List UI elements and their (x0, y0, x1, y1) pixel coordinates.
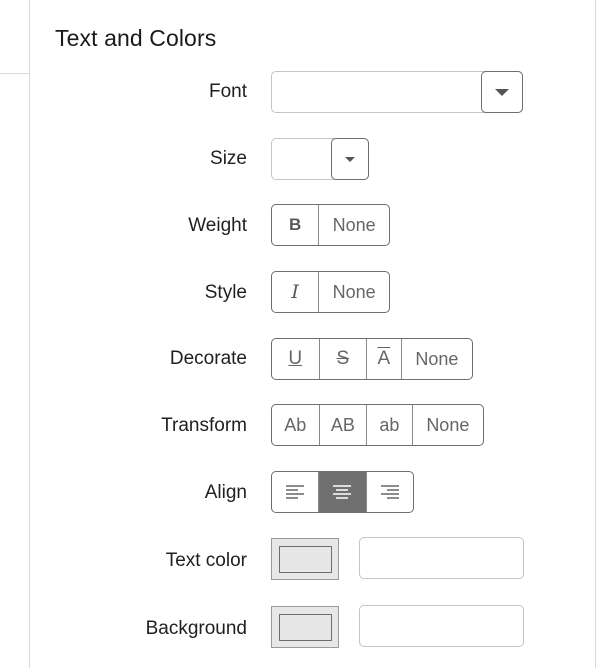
background-swatch-button[interactable] (271, 606, 339, 648)
background-label: Background (145, 618, 247, 639)
strikethrough-icon: S (336, 348, 350, 369)
chevron-down-icon (345, 156, 355, 162)
align-right-icon (380, 485, 399, 499)
align-left-icon (286, 485, 305, 499)
weight-button-group: B None (271, 204, 390, 246)
style-none-button[interactable]: None (319, 272, 389, 312)
chevron-down-icon (495, 88, 509, 96)
divider (0, 73, 30, 74)
align-left-button[interactable] (272, 472, 320, 512)
overline-icon: A (377, 348, 391, 369)
font-select[interactable] (271, 71, 523, 113)
text-color-swatch (278, 545, 332, 573)
style-button-group: I None (271, 271, 390, 313)
weight-none-button[interactable]: None (319, 205, 389, 245)
sidebar-edge (0, 0, 30, 668)
underline-button[interactable]: U (272, 339, 320, 379)
transform-none-button[interactable]: None (413, 405, 483, 445)
weight-label: Weight (188, 215, 247, 236)
decorate-none-button[interactable]: None (402, 339, 472, 379)
strikethrough-button[interactable]: S (320, 339, 368, 379)
text-color-label: Text color (165, 550, 247, 571)
bold-button[interactable]: B (272, 205, 320, 245)
text-color-input[interactable] (359, 537, 524, 579)
align-button-group (271, 471, 414, 513)
italic-button[interactable]: I (272, 272, 320, 312)
align-label: Align (204, 482, 247, 503)
size-select[interactable] (271, 138, 369, 180)
size-dropdown-button[interactable] (331, 138, 369, 180)
transform-button-group: Ab AB ab None (271, 404, 484, 446)
bold-icon: B (288, 215, 302, 234)
align-center-icon (333, 485, 352, 499)
italic-icon: I (291, 281, 299, 303)
text-color-swatch-button[interactable] (271, 538, 339, 580)
font-dropdown-button[interactable] (481, 71, 523, 113)
style-label: Style (204, 282, 247, 303)
underline-icon: U (288, 348, 303, 369)
align-right-button[interactable] (367, 472, 413, 512)
decorate-label: Decorate (169, 348, 247, 369)
decorate-button-group: U S A None (271, 338, 473, 380)
capitalize-button[interactable]: Ab (272, 405, 320, 445)
align-center-button[interactable] (319, 472, 367, 512)
size-label: Size (210, 148, 247, 169)
lowercase-button[interactable]: ab (367, 405, 413, 445)
overline-button[interactable]: A (367, 339, 402, 379)
transform-label: Transform (161, 415, 247, 436)
section-title: Text and Colors (55, 25, 217, 51)
font-label: Font (208, 81, 247, 102)
text-and-colors-panel: Text and Colors Font Size Weight B None (29, 0, 596, 668)
uppercase-button[interactable]: AB (320, 405, 368, 445)
background-swatch (278, 613, 332, 641)
background-input[interactable] (359, 605, 524, 647)
